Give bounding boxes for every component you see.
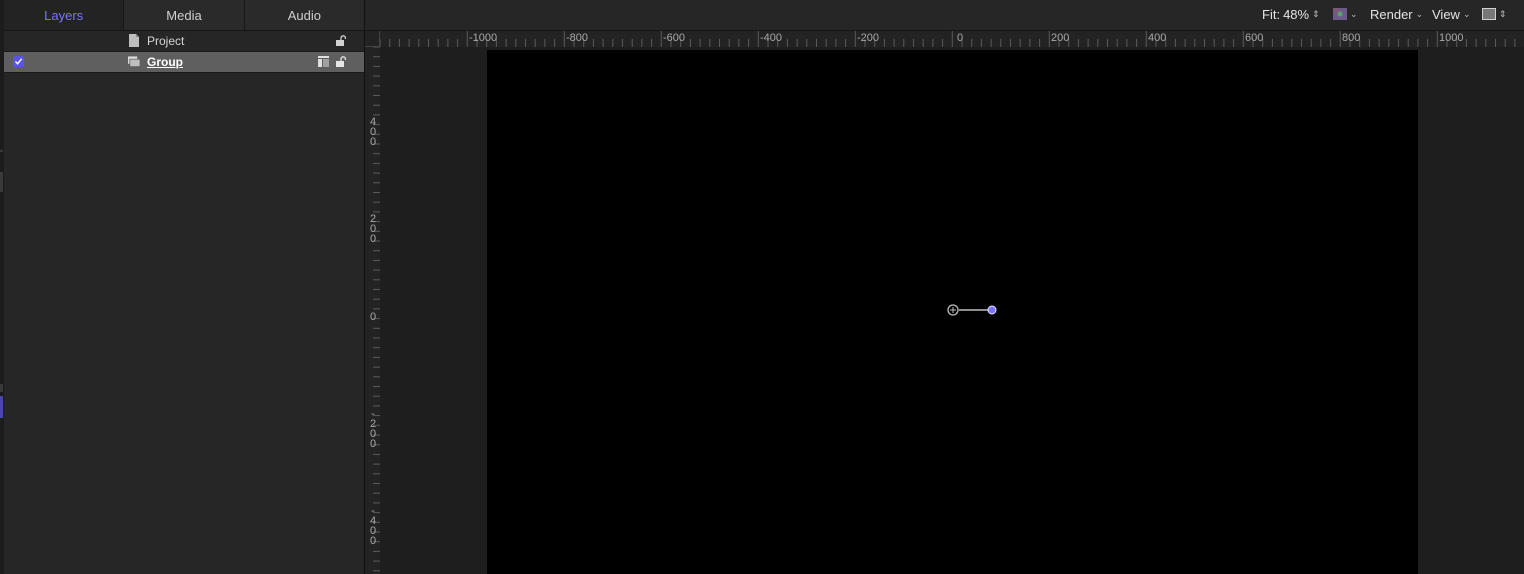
view-label: View	[1432, 7, 1460, 22]
ruler-label: 200	[369, 213, 377, 245]
left-edge-strip	[0, 0, 4, 574]
color-channels-icon	[1333, 8, 1347, 20]
fit-value: 48%	[1283, 7, 1310, 22]
ruler-label: -200	[857, 32, 880, 44]
ruler-label: 400	[369, 116, 377, 148]
edge-marker	[0, 172, 3, 192]
layer-list: Project Group	[4, 31, 364, 73]
color-channels-menu[interactable]: ⌄	[1333, 8, 1358, 20]
stepper-icon: ⇕	[1312, 9, 1320, 19]
layers-panel: Layers Media Audio Project Group	[0, 0, 365, 574]
horizontal-ruler: -1000 -800 -600 -400 -200 0 200 400 600 …	[380, 31, 1524, 47]
rotation-handle-icon[interactable]	[987, 305, 997, 315]
layer-name: Project	[147, 34, 185, 48]
ruler-label: -400	[369, 505, 377, 547]
layer-row-project[interactable]: Project	[4, 31, 364, 52]
chevron-down-icon: ⌄	[1462, 9, 1471, 19]
ruler-label: 1000	[1439, 32, 1464, 44]
canvas-area: Fit: 48% ⇕ ⌄ Render ⌄ View ⌄ ⇕ -1000 -80…	[365, 0, 1524, 574]
edge-marker	[0, 150, 3, 152]
chevron-down-icon: ⌄	[1415, 9, 1424, 19]
tab-layers[interactable]: Layers	[4, 0, 125, 30]
ruler-corner	[365, 31, 380, 47]
ruler-label: -800	[566, 32, 589, 44]
tab-audio[interactable]: Audio	[245, 0, 364, 30]
stepper-icon: ⇕	[1499, 8, 1507, 19]
viewer-layout-icon	[1482, 8, 1496, 20]
ruler-label: 800	[1342, 32, 1361, 44]
chevron-down-icon: ⌄	[1350, 8, 1358, 19]
ruler-label: -200	[369, 408, 377, 450]
fit-zoom-control[interactable]: Fit: 48% ⇕	[1262, 7, 1320, 22]
tab-media[interactable]: Media	[124, 0, 245, 30]
viewer-toolbar: Fit: 48% ⇕ ⌄ Render ⌄ View ⌄ ⇕	[365, 0, 1524, 31]
view-menu[interactable]: View ⌄	[1432, 7, 1471, 22]
ruler-label: -400	[760, 32, 783, 44]
ruler-label: -600	[663, 32, 686, 44]
layer-name: Group	[147, 55, 183, 69]
ruler-label: -1000	[469, 32, 498, 44]
document-icon	[129, 34, 139, 47]
viewer-layout-menu[interactable]: ⇕	[1482, 8, 1507, 20]
unlock-icon[interactable]	[335, 56, 346, 67]
panel-tab-bar: Layers Media Audio	[4, 0, 364, 31]
layer-visibility-checkbox[interactable]	[13, 56, 24, 67]
ruler-label: 400	[1148, 32, 1167, 44]
checkmark-icon	[14, 58, 23, 65]
render-menu[interactable]: Render ⌄	[1370, 7, 1423, 22]
layer-row-group[interactable]: Group	[4, 52, 364, 73]
unlock-icon[interactable]	[335, 35, 346, 46]
ruler-label: 200	[1051, 32, 1070, 44]
ruler-label: 0	[957, 32, 964, 44]
ruler-label: 0	[369, 311, 377, 323]
canvas-stage[interactable]	[487, 50, 1418, 574]
vertical-ruler: 400 200 0 -200 -400	[365, 47, 380, 574]
edge-marker	[0, 384, 3, 392]
layer-columns-icon[interactable]	[318, 56, 329, 67]
ruler-label: 600	[1245, 32, 1264, 44]
anchor-point-handle[interactable]	[943, 300, 1003, 320]
render-label: Render	[1370, 7, 1413, 22]
edge-marker	[0, 396, 3, 418]
group-icon	[128, 56, 140, 67]
fit-label: Fit:	[1262, 7, 1281, 22]
